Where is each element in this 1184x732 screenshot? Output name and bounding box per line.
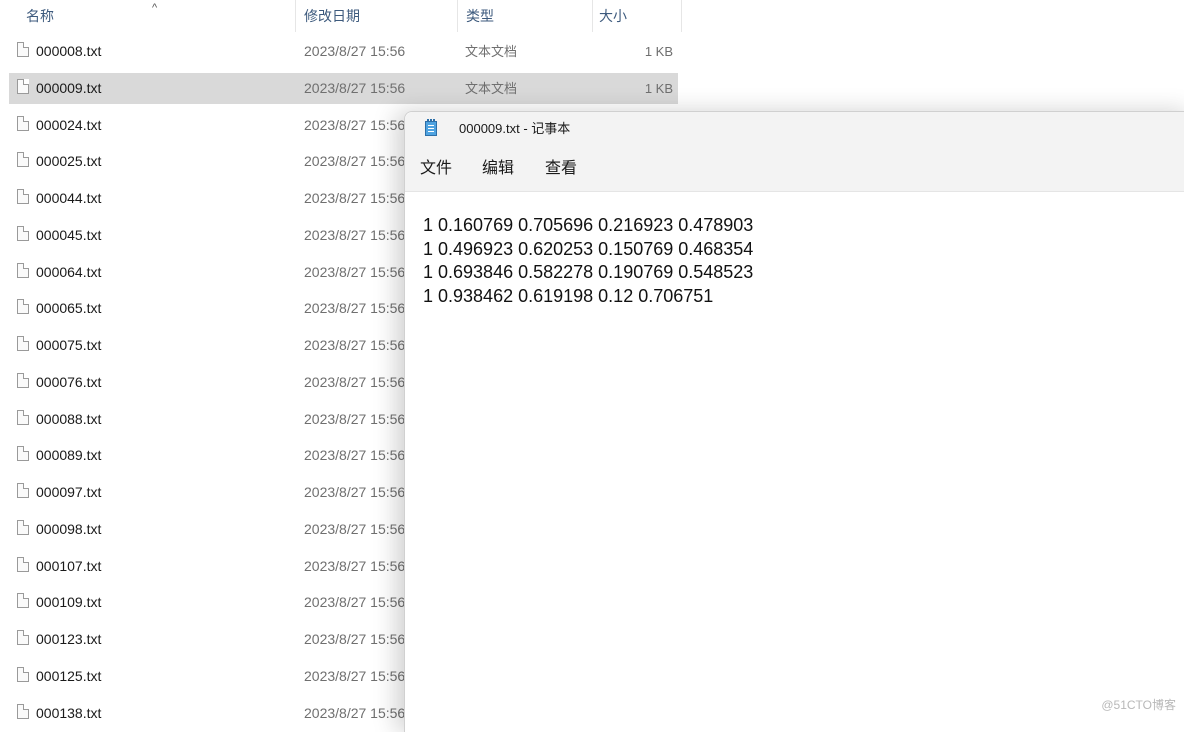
text-line: 1 0.160769 0.705696 0.216923 0.478903 [423,215,754,235]
notepad-text-area[interactable]: 1 0.160769 0.705696 0.216923 0.478903 1 … [405,192,1184,732]
text-file-icon [17,703,29,719]
menu-edit[interactable]: 编辑 [482,146,514,191]
file-date: 2023/8/27 15:56 [304,704,406,721]
file-date: 2023/8/27 15:56 [304,484,406,500]
file-name: 000088.txt [36,410,102,427]
column-header-date[interactable]: 修改日期 [298,0,458,32]
file-name: 000065.txt [36,300,102,317]
file-date: 2023/8/27 15:56 [304,667,406,684]
file-type: 文本文档 [465,44,518,59]
file-name: 000076.txt [36,373,102,390]
text-file-icon [17,556,29,572]
notepad-icon [425,119,437,136]
file-date: 2023/8/27 15:56 [304,226,406,243]
file-date: 2023/8/27 15:56 [304,520,406,537]
file-size: 1 KB [644,44,673,59]
file-date: 2023/8/27 15:56 [304,337,406,353]
file-name: 000107.txt [36,557,102,574]
file-name: 000008.txt [36,43,102,59]
text-file-icon [17,372,29,388]
text-file-icon [17,152,29,168]
text-file-icon [17,78,29,94]
file-name: 000138.txt [36,704,102,721]
file-date: 2023/8/27 15:56 [304,153,406,170]
text-line: 1 0.938462 0.619198 0.12 0.706751 [423,285,714,306]
file-name: 000098.txt [36,520,102,537]
file-name: 000044.txt [36,190,102,206]
text-line: 1 0.693846 0.582278 0.190769 0.548523 [423,262,754,282]
text-file-icon [17,483,29,498]
text-file-icon [17,630,29,645]
column-header-bar: 名称 ^ 修改日期 类型 大小 [0,0,682,32]
file-size: 1 KB [644,80,673,96]
file-name: 000064.txt [36,263,102,280]
file-date: 2023/8/27 15:56 [304,43,406,59]
file-name: 000125.txt [36,667,102,684]
file-name: 000045.txt [36,226,102,243]
notepad-content: 1 0.160769 0.705696 0.216923 0.478903 1 … [423,214,753,308]
file-date: 2023/8/27 15:56 [304,116,406,133]
file-name: 000024.txt [36,116,102,133]
notepad-menubar: 文件 编辑 查看 [405,146,1184,192]
notepad-titlebar[interactable]: 000009.txt - 记事本 [405,112,1184,146]
file-name: 000025.txt [36,153,102,170]
menu-view[interactable]: 查看 [545,146,577,191]
file-name: 000109.txt [36,594,102,611]
text-file-icon [17,299,29,315]
text-file-icon [17,262,29,278]
column-header-type[interactable]: 类型 [460,0,593,32]
file-date: 2023/8/27 15:56 [304,190,406,206]
file-date: 2023/8/27 15:56 [304,447,406,464]
file-name: 000009.txt [36,79,102,96]
file-date: 2023/8/27 15:56 [304,373,406,390]
text-file-icon [17,189,29,204]
text-file-icon [17,115,29,131]
text-file-icon [17,593,29,609]
file-type: 文本文档 [465,80,518,96]
text-file-icon [17,42,29,57]
file-date: 2023/8/27 15:56 [304,263,406,280]
text-file-icon [17,409,29,425]
file-date: 2023/8/27 15:56 [304,631,406,647]
notepad-title: 000009.txt - 记事本 [459,121,571,136]
text-file-icon [17,336,29,351]
sort-ascending-icon: ^ [152,2,158,14]
file-date: 2023/8/27 15:56 [304,557,406,574]
text-line: 1 0.496923 0.620253 0.150769 0.468354 [423,238,754,259]
watermark: @51CTO博客 [1101,698,1176,712]
text-file-icon [17,519,29,535]
file-date: 2023/8/27 15:56 [304,300,406,317]
notepad-window[interactable]: 000009.txt - 记事本 文件 编辑 查看 1 0.160769 0.7… [404,111,1184,732]
text-file-icon [17,446,29,462]
file-date: 2023/8/27 15:56 [304,594,406,611]
file-name: 000089.txt [36,447,102,464]
file-row[interactable]: 000009.txt 2023/8/27 15:56 文本文档 1 KB [9,72,678,104]
column-header-size[interactable]: 大小 [593,0,682,32]
file-name: 000097.txt [36,484,102,500]
file-name: 000123.txt [36,631,102,647]
menu-file[interactable]: 文件 [420,146,452,191]
file-date: 2023/8/27 15:56 [304,410,406,427]
file-row[interactable]: 000008.txt 2023/8/27 15:56 文本文档 1 KB [9,36,678,67]
text-file-icon [17,666,29,682]
column-header-name[interactable]: 名称 [20,0,296,32]
text-file-icon [17,225,29,241]
file-date: 2023/8/27 15:56 [304,79,406,96]
file-name: 000075.txt [36,337,102,353]
